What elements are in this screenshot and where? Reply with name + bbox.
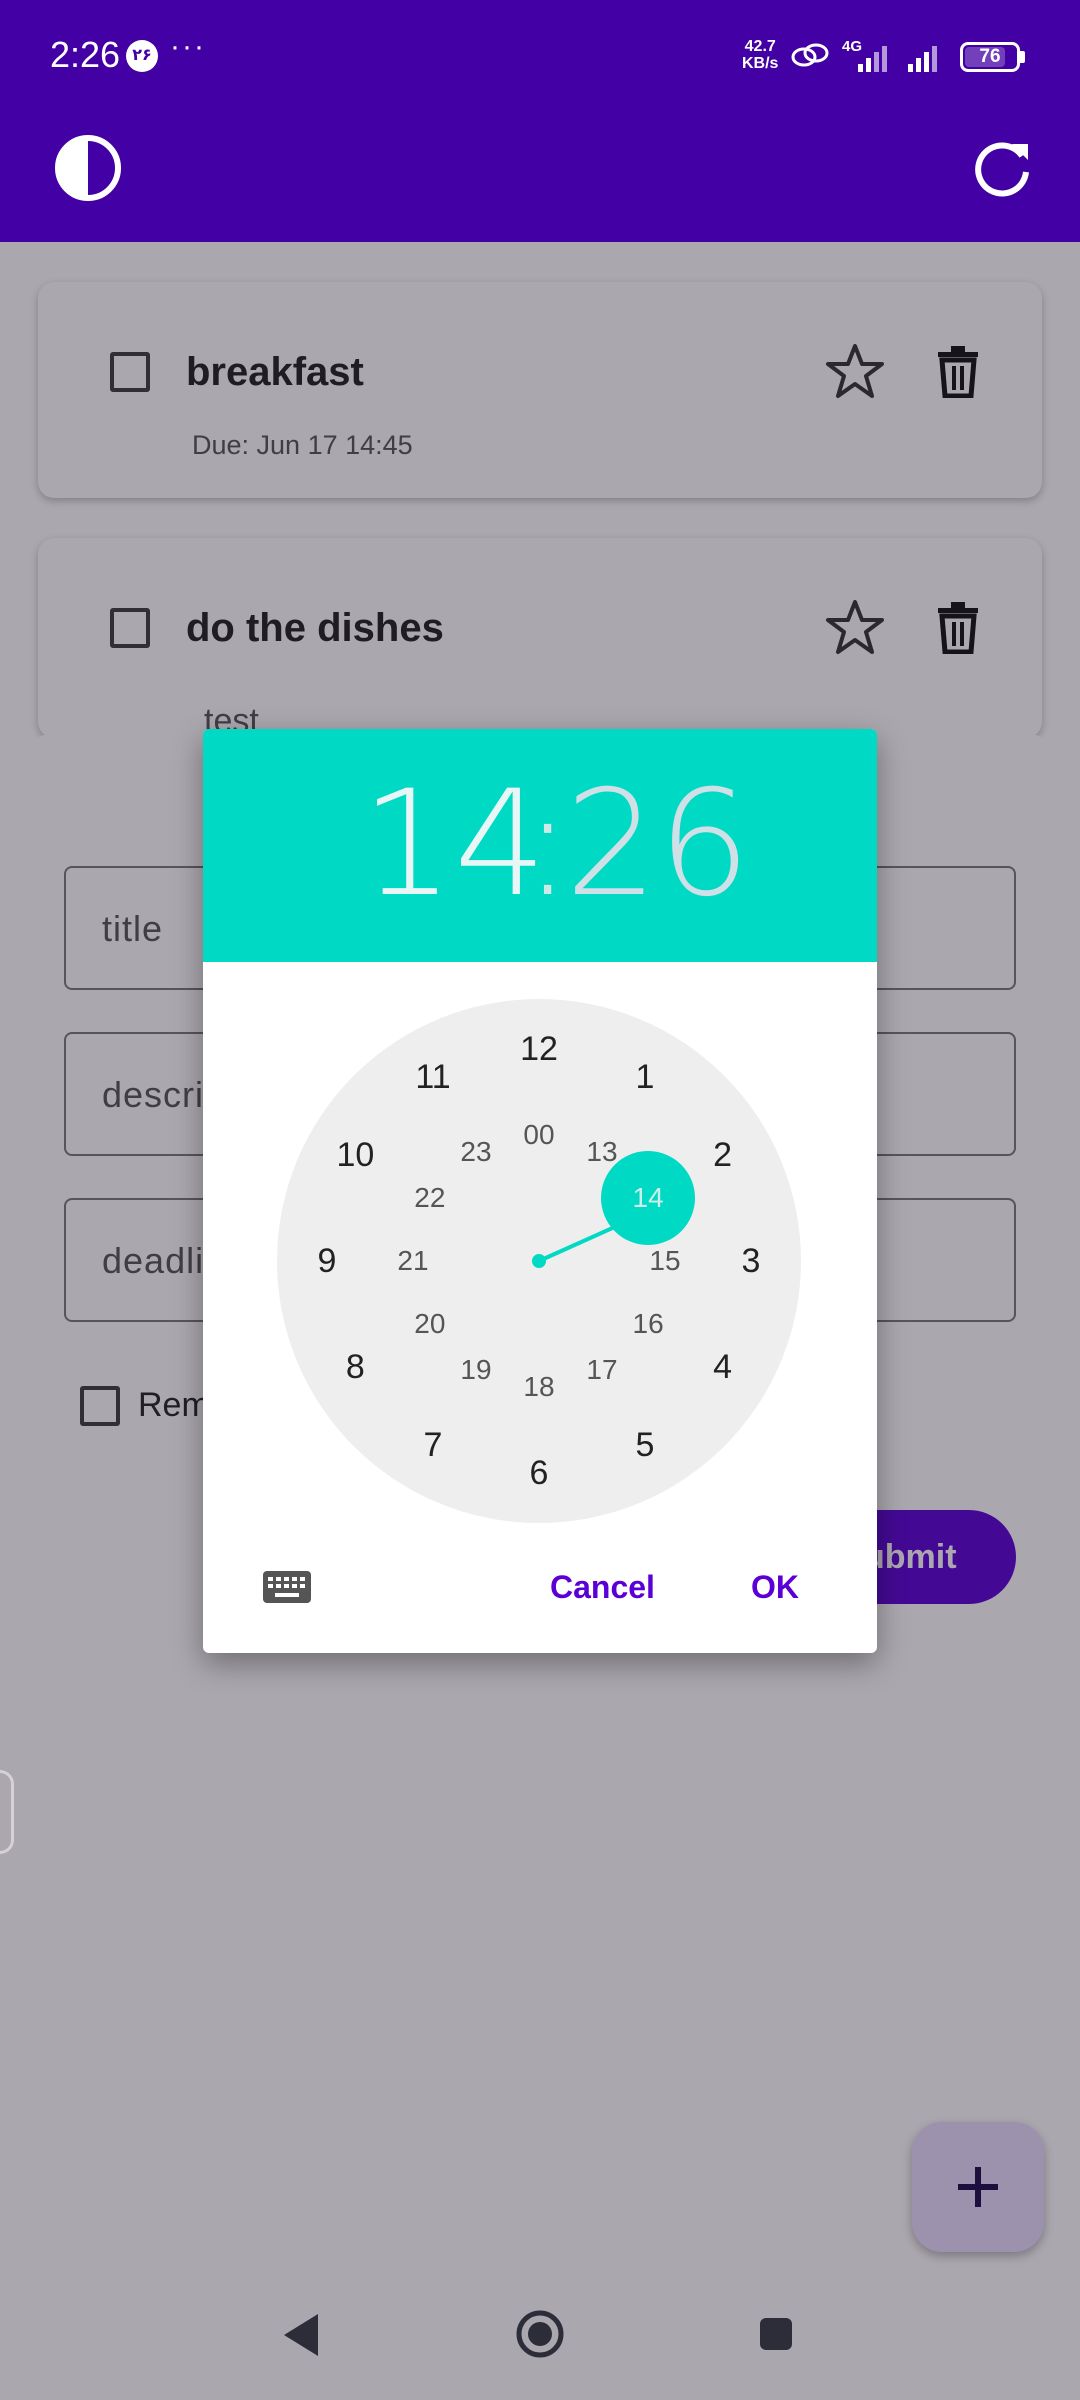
network-speed-unit: KB/s [742, 55, 779, 72]
clock-number-21[interactable]: 21 [383, 1241, 443, 1281]
clock-number-20[interactable]: 20 [400, 1304, 460, 1344]
battery-cap [1020, 51, 1025, 63]
app-bar [0, 118, 1080, 242]
edge-handle[interactable] [0, 1770, 14, 1854]
ok-button[interactable]: OK [751, 1559, 799, 1615]
keyboard-icon[interactable] [263, 1571, 311, 1603]
clock-number-11[interactable]: 11 [403, 1057, 463, 1097]
clock-number-15[interactable]: 15 [635, 1241, 695, 1281]
clock-number-22[interactable]: 22 [400, 1178, 460, 1218]
clock-number-1[interactable]: 1 [615, 1057, 675, 1097]
network-speed: 42.7 KB/s [742, 38, 778, 72]
network-speed-value: 42.7 [744, 38, 776, 55]
minute-display[interactable]: 26 [565, 769, 751, 919]
clock-number-7[interactable]: 7 [403, 1425, 463, 1465]
clock-number-14[interactable]: 14 [618, 1178, 678, 1218]
back-icon[interactable] [278, 2310, 324, 2360]
clock-number-10[interactable]: 10 [325, 1135, 385, 1175]
time-picker-header: 14 : 26 [203, 729, 877, 962]
status-bar: 2:26 ۲۶ ··· 42.7 KB/s 4G 76 [0, 0, 1080, 118]
home-icon[interactable] [514, 2308, 566, 2360]
system-nav-bar [0, 2270, 1080, 2400]
clock-number-9[interactable]: 9 [297, 1241, 357, 1281]
clock-number-8[interactable]: 8 [325, 1347, 385, 1387]
clock-face[interactable]: 12 1 2 3 4 5 6 7 8 9 10 11 00 13 14 15 16 17 18 19 20 21 22 23 [277, 999, 801, 1523]
clock-number-6[interactable]: 6 [509, 1453, 569, 1493]
refresh-icon[interactable] [972, 138, 1034, 200]
recents-icon[interactable] [758, 2316, 794, 2352]
hotspot-icon [791, 43, 829, 67]
battery-level: 76 [979, 46, 1001, 67]
clock-number-19[interactable]: 19 [446, 1350, 506, 1390]
clock-number-17[interactable]: 17 [572, 1350, 632, 1390]
clock-number-2[interactable]: 2 [693, 1135, 753, 1175]
theme-toggle-icon[interactable] [52, 132, 124, 204]
time-picker-dialog: 14 : 26 12 1 2 3 4 5 6 7 8 9 10 11 00 13 14 15 16 17 18 19 2… [203, 729, 877, 1653]
notification-badge: ۲۶ [126, 40, 158, 72]
clock-number-5[interactable]: 5 [615, 1425, 675, 1465]
clock-number-16[interactable]: 16 [618, 1304, 678, 1344]
clock-number-18[interactable]: 18 [509, 1367, 569, 1407]
signal-icon [858, 46, 937, 72]
clock-number-23[interactable]: 23 [446, 1132, 506, 1172]
status-time: 2:26 [50, 34, 121, 75]
more-notifications-icon: ··· [170, 30, 206, 63]
clock-number-4[interactable]: 4 [693, 1347, 753, 1387]
clock-number-3[interactable]: 3 [721, 1241, 781, 1281]
cancel-button[interactable]: Cancel [550, 1559, 655, 1615]
hour-display[interactable]: 14 [361, 769, 547, 919]
clock-number-13[interactable]: 13 [572, 1132, 632, 1172]
clock-number-00[interactable]: 00 [509, 1115, 569, 1155]
battery-icon: 76 [960, 42, 1020, 72]
clock-number-12[interactable]: 12 [509, 1029, 569, 1069]
